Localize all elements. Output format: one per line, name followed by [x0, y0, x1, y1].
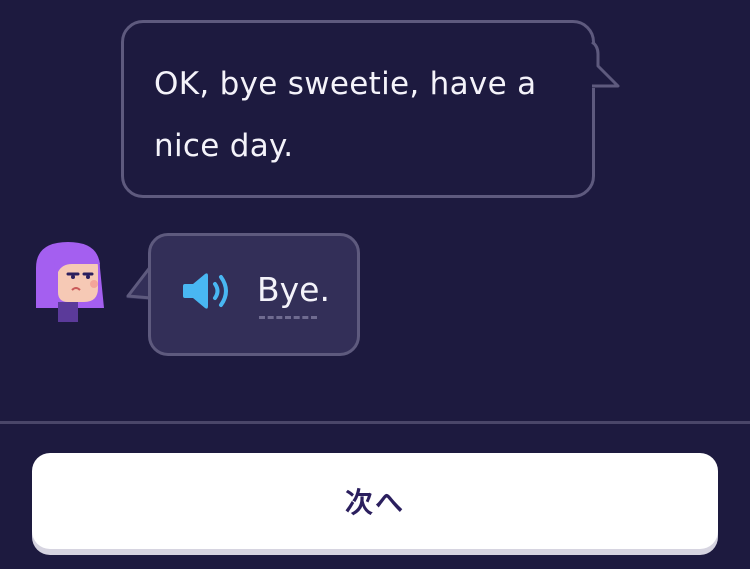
response-speech-bubble: Bye.	[148, 233, 360, 356]
prompt-speech-bubble: OK, bye sweetie, have a nice day.	[121, 20, 595, 198]
prompt-text: OK, bye sweetie, have a nice day.	[154, 66, 537, 164]
prompt-bubble-tail	[590, 40, 620, 88]
footer-divider	[0, 421, 750, 424]
lily-avatar	[36, 242, 104, 322]
speaker-icon[interactable]	[181, 269, 237, 313]
response-text[interactable]: Bye.	[257, 270, 330, 310]
hint-underline	[259, 316, 317, 319]
next-button[interactable]: 次へ	[32, 453, 718, 549]
next-button-label: 次へ	[344, 486, 405, 519]
